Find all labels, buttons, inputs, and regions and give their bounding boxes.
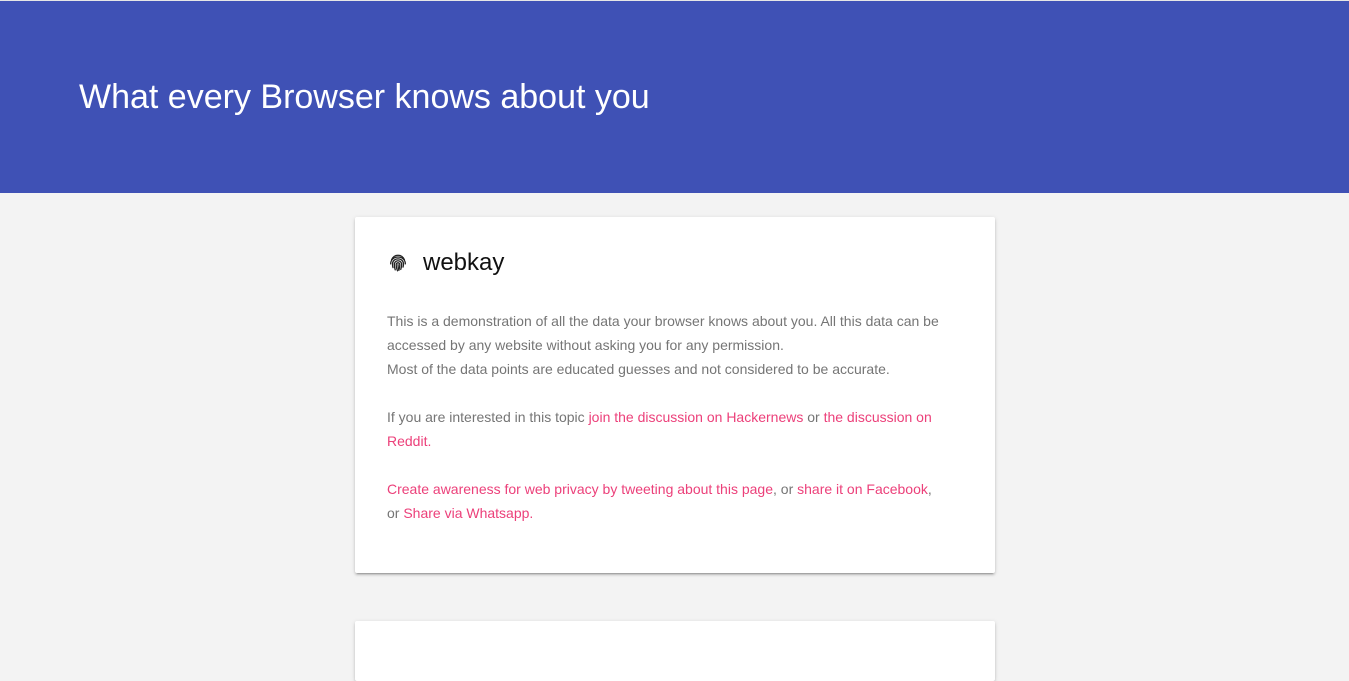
- share-suffix: .: [529, 505, 534, 521]
- facebook-share-link[interactable]: share it on Facebook: [797, 481, 928, 497]
- intro-paragraph: This is a demonstration of all the data …: [387, 309, 939, 381]
- brand-name: webkay: [423, 249, 505, 276]
- page-header: What every Browser knows about you: [0, 1, 1349, 193]
- discussion-suffix: .: [427, 433, 432, 449]
- card-body: This is a demonstration of all the data …: [387, 309, 939, 549]
- discussion-paragraph: If you are interested in this topic join…: [387, 405, 939, 453]
- brand: webkay: [387, 249, 504, 277]
- discussion-prefix: If you are interested in this topic: [387, 409, 589, 425]
- intro-card: webkay This is a demonstration of all th…: [355, 217, 995, 573]
- next-card: [355, 621, 995, 681]
- share-paragraph: Create awareness for web privacy by twee…: [387, 477, 939, 525]
- page-title: What every Browser knows about you: [79, 78, 650, 116]
- discussion-middle: or: [803, 409, 824, 425]
- tweet-link[interactable]: Create awareness for web privacy by twee…: [387, 481, 773, 497]
- intro-text-line1: This is a demonstration of all the data …: [387, 313, 939, 353]
- share-separator-1: , or: [773, 481, 798, 497]
- intro-text-line2: Most of the data points are educated gue…: [387, 361, 890, 377]
- whatsapp-share-link[interactable]: Share via Whatsapp: [403, 505, 529, 521]
- hackernews-link[interactable]: join the discussion on Hackernews: [589, 409, 804, 425]
- fingerprint-icon: [387, 252, 409, 274]
